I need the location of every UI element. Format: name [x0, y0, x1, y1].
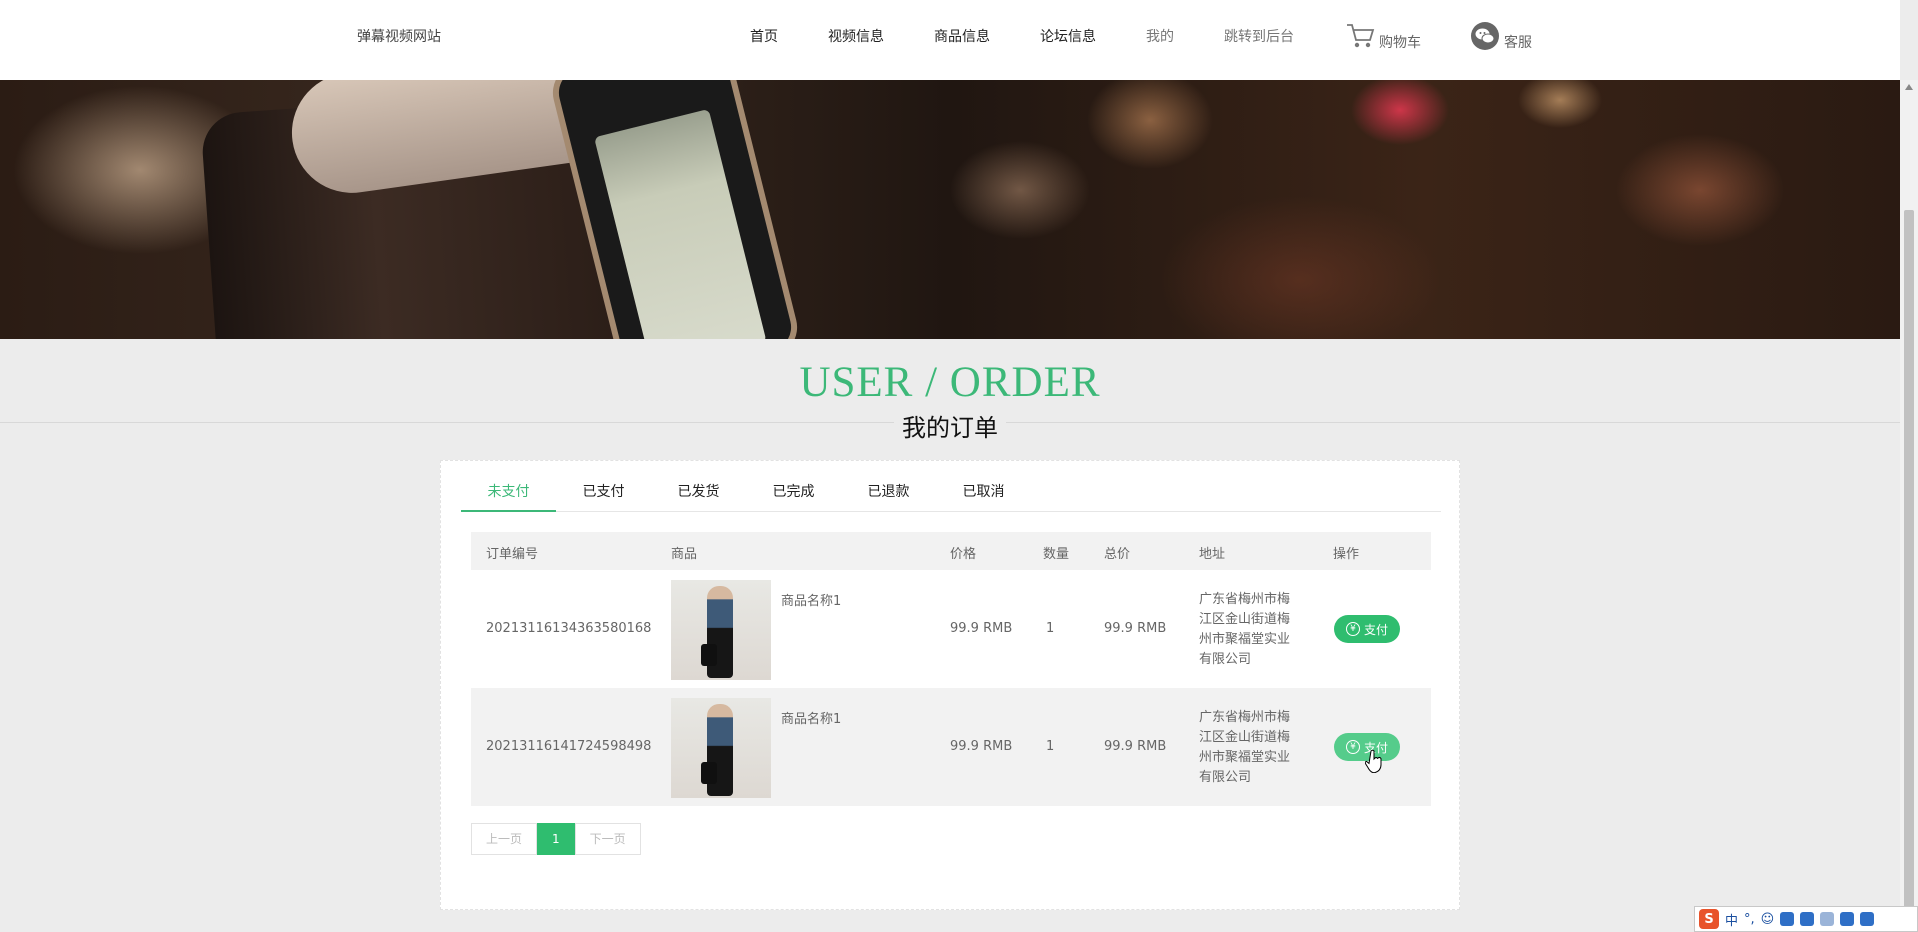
- product-thumbnail[interactable]: [671, 580, 771, 680]
- cart-icon: [1347, 24, 1375, 48]
- top-nav: 弹幕视频网站 首页 视频信息 商品信息 论坛信息 我的 跳转到后台 购物车 客服: [0, 0, 1900, 80]
- scrollbar-thumb[interactable]: [1904, 210, 1914, 910]
- phone-screen-shape: [594, 108, 767, 339]
- yen-icon: ¥: [1345, 622, 1360, 636]
- page-title-cn-wrap: 我的订单: [0, 408, 1900, 443]
- punctuation-icon[interactable]: °,: [1744, 912, 1755, 927]
- tab-shipped[interactable]: 已发货: [651, 481, 746, 511]
- quantity: 1: [1046, 739, 1055, 754]
- product-name[interactable]: 商品名称1: [781, 590, 841, 609]
- th-action: 操作: [1333, 547, 1360, 562]
- th-qty: 数量: [1043, 547, 1070, 562]
- page-title-cn: 我的订单: [894, 414, 1006, 442]
- site-name[interactable]: 弹幕视频网站: [357, 26, 441, 46]
- orders-table: 订单编号 商品 价格 数量 总价 地址 操作 20213116134363580…: [471, 532, 1431, 806]
- tab-unpaid[interactable]: 未支付: [461, 481, 556, 512]
- cart-label: 购物车: [1379, 35, 1421, 51]
- prev-page-button[interactable]: 上一页: [471, 823, 538, 855]
- address: 广东省梅州市梅江区金山街道梅州市聚福堂实业有限公司: [1199, 592, 1291, 667]
- ime-mode[interactable]: 中: [1725, 910, 1738, 929]
- address: 广东省梅州市梅江区金山街道梅州市聚福堂实业有限公司: [1199, 710, 1291, 785]
- hand-cursor-icon: [1365, 749, 1382, 773]
- skin-icon[interactable]: [1840, 912, 1855, 926]
- wechat-icon: [1471, 22, 1499, 50]
- pay-button[interactable]: ¥ 支付: [1334, 615, 1400, 643]
- nav-home[interactable]: 首页: [750, 26, 778, 46]
- th-order-no: 订单编号: [486, 547, 539, 562]
- price: 99.9 RMB: [950, 621, 1013, 636]
- table-row: 20213116134363580168 商品名称1 99.9 RMB 1 99…: [471, 570, 1431, 688]
- nav-products[interactable]: 商品信息: [934, 26, 990, 46]
- th-product: 商品: [671, 547, 698, 562]
- th-price: 价格: [950, 547, 977, 562]
- orders-card: 未支付 已支付 已发货 已完成 已退款 已取消 订单编号 商品 价格 数量 总价…: [440, 460, 1460, 910]
- tab-refunded[interactable]: 已退款: [841, 481, 936, 511]
- emoji-icon[interactable]: ☺: [1761, 912, 1775, 927]
- product-name[interactable]: 商品名称1: [781, 708, 841, 727]
- price: 99.9 RMB: [950, 739, 1013, 754]
- product-thumbnail[interactable]: [671, 698, 771, 798]
- nav-cart[interactable]: 购物车: [1345, 20, 1421, 52]
- yen-icon: ¥: [1345, 740, 1360, 754]
- tab-paid[interactable]: 已支付: [556, 481, 651, 511]
- table-header: 订单编号 商品 价格 数量 总价 地址 操作: [471, 532, 1431, 570]
- tab-completed[interactable]: 已完成: [746, 481, 841, 511]
- microphone-icon[interactable]: [1780, 912, 1795, 926]
- hero-banner: [0, 80, 1900, 339]
- th-total: 总价: [1104, 547, 1131, 562]
- tab-cancelled[interactable]: 已取消: [936, 481, 1031, 511]
- handbag-shape: [701, 762, 717, 784]
- nav-forum[interactable]: 论坛信息: [1040, 26, 1096, 46]
- page-title-en: USER / ORDER: [799, 359, 1101, 406]
- quantity: 1: [1046, 621, 1055, 636]
- grid-menu-icon[interactable]: [1860, 912, 1875, 926]
- handbag-shape: [701, 644, 717, 666]
- ime-toolbar[interactable]: S 中 °, ☺: [1694, 906, 1918, 932]
- total: 99.9 RMB: [1104, 739, 1167, 754]
- scroll-up-arrow-icon[interactable]: [1905, 84, 1913, 90]
- order-no: 20213116141724598498: [486, 739, 652, 754]
- current-page-button[interactable]: 1: [537, 823, 575, 855]
- service-label: 客服: [1504, 35, 1532, 51]
- table-row: 20213116141724598498 商品名称1 99.9 RMB 1 99…: [471, 688, 1431, 806]
- total: 99.9 RMB: [1104, 621, 1167, 636]
- nav-mine[interactable]: 我的: [1146, 26, 1174, 46]
- next-page-button[interactable]: 下一页: [574, 823, 641, 855]
- sogou-logo-icon[interactable]: S: [1699, 909, 1719, 929]
- th-address: 地址: [1199, 547, 1226, 562]
- order-no: 20213116134363580168: [486, 621, 652, 636]
- keyboard-icon[interactable]: [1800, 912, 1815, 926]
- user-icon[interactable]: [1820, 912, 1835, 926]
- page-scrollbar[interactable]: [1900, 80, 1918, 932]
- pay-label: 支付: [1363, 622, 1388, 637]
- nav-service[interactable]: 客服: [1470, 20, 1532, 52]
- order-tabs: 未支付 已支付 已发货 已完成 已退款 已取消: [461, 461, 1441, 512]
- pagination: 上一页 1 下一页: [471, 823, 641, 855]
- nav-admin[interactable]: 跳转到后台: [1224, 26, 1294, 46]
- nav-videos[interactable]: 视频信息: [828, 26, 884, 46]
